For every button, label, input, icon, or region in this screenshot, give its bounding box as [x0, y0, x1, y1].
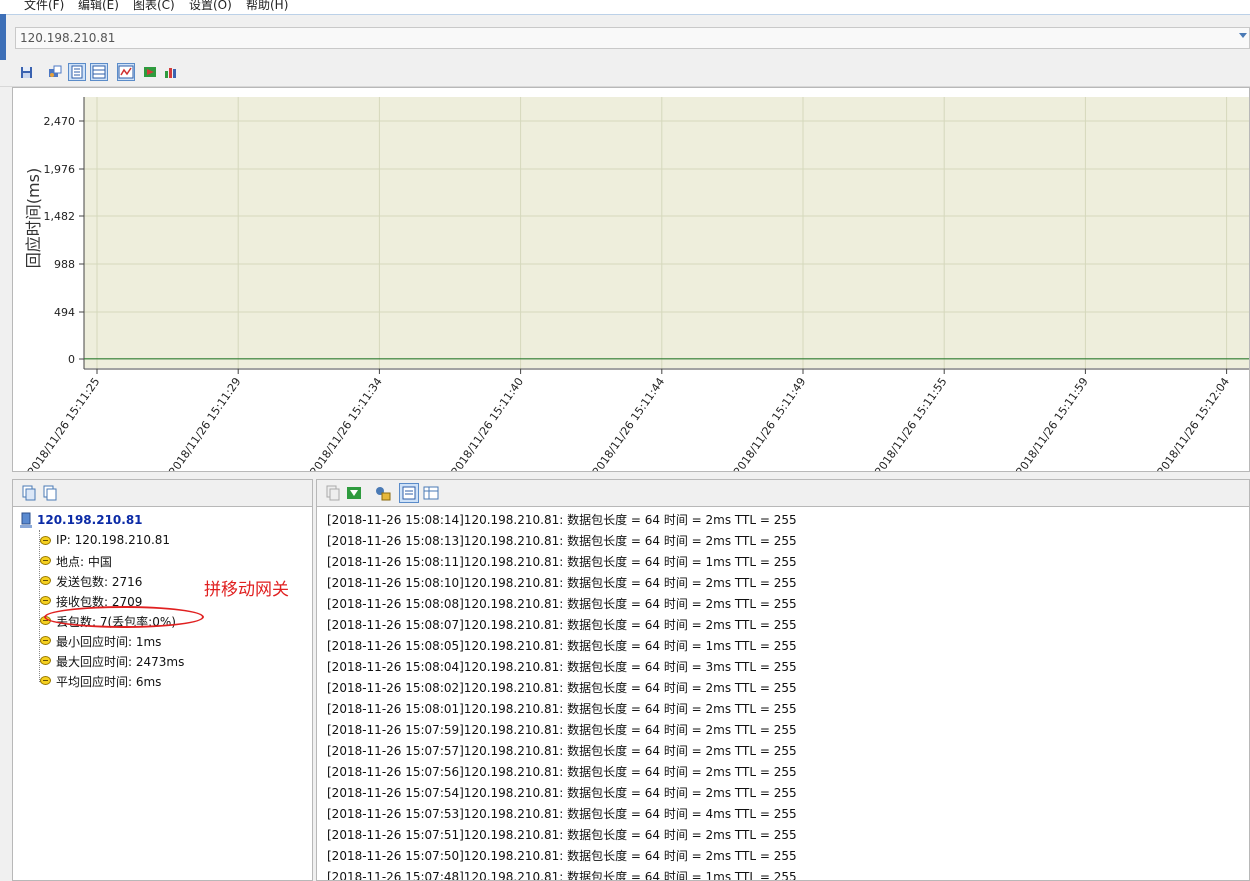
tree-item-label: IP: 120.198.210.81	[56, 533, 171, 547]
tree-item-label: 地点: 中国	[56, 555, 112, 569]
table-view-icon[interactable]	[423, 485, 439, 501]
list-view-icon[interactable]	[68, 63, 86, 81]
detail-view-icon[interactable]	[90, 63, 108, 81]
status-dot-icon	[40, 576, 51, 585]
status-dot-icon	[40, 596, 51, 605]
chart-svg: 2,470 1,976 1,482 988 494 0 2018/11/26 15:11:…	[24, 97, 1249, 478]
plot-area	[84, 97, 1249, 368]
copy-all-icon[interactable]	[42, 485, 58, 501]
dropdown-arrow-icon[interactable]	[1239, 33, 1247, 38]
status-dot-icon	[40, 556, 51, 565]
y-tick-label: 1,976	[44, 163, 76, 176]
menu-settings[interactable]: 设置(O)	[189, 0, 232, 13]
log-row[interactable]: [2018-11-26 15:08:04]120.198.210.81: 数据包…	[327, 657, 1227, 678]
x-tick-label: 2018/11/26 15:11:49	[731, 375, 808, 471]
x-tick-label: 2018/11/26 15:11:44	[590, 375, 667, 471]
settings-icon[interactable]	[46, 63, 64, 81]
y-tick-label: 1,482	[44, 210, 76, 223]
info-toolbar	[13, 480, 312, 507]
log-row[interactable]: [2018-11-26 15:07:54]120.198.210.81: 数据包…	[327, 783, 1227, 804]
tree-item-label: 平均回应时间: 6ms	[56, 675, 162, 689]
copy-log-icon[interactable]	[325, 485, 341, 501]
log-row[interactable]: [2018-11-26 15:08:08]120.198.210.81: 数据包…	[327, 594, 1227, 615]
log-row[interactable]: [2018-11-26 15:07:50]120.198.210.81: 数据包…	[327, 846, 1227, 867]
status-dot-icon	[40, 636, 51, 645]
log-row[interactable]: [2018-11-26 15:07:51]120.198.210.81: 数据包…	[327, 825, 1227, 846]
log-panel: [2018-11-26 15:08:14]120.198.210.81: 数据包…	[316, 479, 1250, 881]
chart-line-icon[interactable]	[117, 63, 135, 81]
log-row[interactable]: [2018-11-26 15:08:01]120.198.210.81: 数据包…	[327, 699, 1227, 720]
address-combobox[interactable]: 120.198.210.81	[15, 27, 1250, 49]
x-tick-label: 2018/11/26 15:11:29	[166, 375, 243, 471]
save-icon[interactable]	[18, 63, 36, 81]
tree-item-label: 最小回应时间: 1ms	[56, 635, 162, 649]
y-axis-label: 回应时间(ms)	[24, 168, 43, 268]
log-row[interactable]: [2018-11-26 15:08:14]120.198.210.81: 数据包…	[327, 510, 1227, 531]
log-row[interactable]: [2018-11-26 15:08:02]120.198.210.81: 数据包…	[327, 678, 1227, 699]
log-row[interactable]: [2018-11-26 15:07:48]120.198.210.81: 数据包…	[327, 867, 1227, 880]
handwritten-annotation: 拼移动网关	[204, 580, 289, 600]
y-tick-label: 494	[54, 306, 75, 319]
y-tick-label: 988	[54, 258, 75, 271]
lock-icon[interactable]	[374, 485, 392, 501]
toolbar	[0, 60, 1250, 87]
x-tick-label: 2018/11/26 15:11:25	[25, 375, 102, 471]
filter-icon[interactable]	[346, 485, 362, 501]
x-tick-label: 2018/11/26 15:11:55	[872, 375, 949, 471]
log-row[interactable]: [2018-11-26 15:07:56]120.198.210.81: 数据包…	[327, 762, 1227, 783]
copy-icon[interactable]	[21, 485, 37, 501]
log-row[interactable]: [2018-11-26 15:07:53]120.198.210.81: 数据包…	[327, 804, 1227, 825]
tree-root-label: 120.198.210.81	[37, 513, 143, 527]
menu-help[interactable]: 帮助(H)	[246, 0, 288, 13]
log-row[interactable]: [2018-11-26 15:07:57]120.198.210.81: 数据包…	[327, 741, 1227, 762]
log-row[interactable]: [2018-11-26 15:08:05]120.198.210.81: 数据包…	[327, 636, 1227, 657]
menu-bar: 文件(F) 编辑(E) 图表(C) 设置(O) 帮助(H)	[0, 0, 1250, 14]
window-edge	[0, 14, 6, 66]
status-dot-icon	[40, 676, 51, 685]
stats-icon[interactable]	[162, 63, 180, 81]
annotation-ellipse	[44, 606, 204, 628]
log-row[interactable]: [2018-11-26 15:08:07]120.198.210.81: 数据包…	[327, 615, 1227, 636]
response-time-chart: 2,470 1,976 1,482 988 494 0 2018/11/26 15:11:…	[12, 87, 1250, 478]
x-tick-label: 2018/11/26 15:12:04	[1155, 375, 1232, 471]
status-dot-icon	[40, 656, 51, 665]
x-tick-label: 2018/11/26 15:11:40	[449, 375, 526, 471]
menu-chart[interactable]: 图表(C)	[133, 0, 175, 13]
menu-edit[interactable]: 编辑(E)	[78, 0, 119, 13]
y-tick-label: 0	[68, 353, 75, 366]
log-view-icon[interactable]	[399, 483, 419, 503]
export-icon[interactable]	[141, 63, 159, 81]
host-icon	[20, 512, 32, 528]
x-tick-label: 2018/11/26 15:11:59	[1013, 375, 1090, 471]
log-row[interactable]: [2018-11-26 15:08:11]120.198.210.81: 数据包…	[327, 552, 1227, 573]
address-bar: 120.198.210.81	[0, 14, 1250, 61]
info-panel: 120.198.210.81 IP: 120.198.210.81 地点: 中国发…	[12, 479, 313, 881]
status-dot-icon	[40, 536, 51, 545]
y-tick-label: 2,470	[44, 115, 76, 128]
log-row[interactable]: [2018-11-26 15:07:59]120.198.210.81: 数据包…	[327, 720, 1227, 741]
log-row[interactable]: [2018-11-26 15:08:10]120.198.210.81: 数据包…	[327, 573, 1227, 594]
x-tick-label: 2018/11/26 15:11:34	[307, 375, 384, 471]
tree-item-label: 发送包数: 2716	[56, 575, 143, 589]
log-toolbar	[317, 480, 1249, 507]
address-value: 120.198.210.81	[20, 31, 116, 45]
menu-file[interactable]: 文件(F)	[24, 0, 64, 13]
ping-log: [2018-11-26 15:08:14]120.198.210.81: 数据包…	[327, 510, 1227, 880]
log-row[interactable]: [2018-11-26 15:08:13]120.198.210.81: 数据包…	[327, 531, 1227, 552]
tree-item-label: 最大回应时间: 2473ms	[56, 655, 185, 669]
